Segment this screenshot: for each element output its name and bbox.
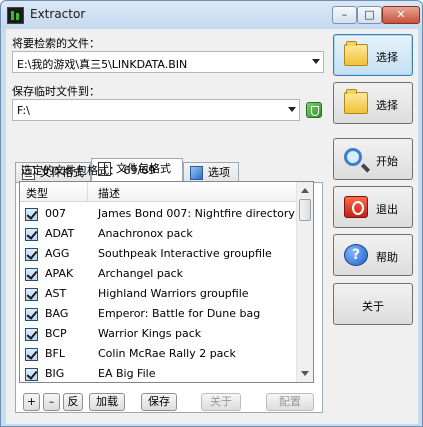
item-code: AGG	[45, 247, 70, 260]
folder-icon	[344, 89, 368, 114]
temp-folder-label: 保存临时文件到：	[12, 85, 100, 98]
tab-options-label: 选项	[208, 166, 230, 179]
checkbox[interactable]	[25, 208, 38, 221]
exit-button[interactable]: 退出	[333, 186, 413, 228]
about-label: 关于	[362, 300, 384, 313]
item-desc: Southpeak Interactive groupfile	[98, 247, 272, 260]
select-temp-button[interactable]: 选择	[333, 82, 413, 124]
list-item[interactable]: BCP Warrior Kings pack	[20, 324, 298, 344]
maximize-button[interactable]: □	[357, 6, 382, 24]
start-label: 开始	[376, 155, 398, 168]
checkbox[interactable]	[25, 368, 38, 381]
scroll-up-icon[interactable]	[301, 188, 309, 193]
shield-icon[interactable]	[306, 102, 322, 118]
chevron-down-icon[interactable]	[288, 107, 296, 112]
add-button[interactable]: +	[23, 393, 40, 411]
config-button[interactable]: 配置	[266, 393, 314, 411]
list-scrollbar[interactable]	[296, 182, 313, 382]
load-button[interactable]: 加载	[89, 393, 125, 411]
checkbox[interactable]	[25, 348, 38, 361]
list-item[interactable]: ADAT Anachronox pack	[20, 224, 298, 244]
list-item[interactable]: BFL Colin McRae Rally 2 pack	[20, 344, 298, 364]
item-code: BAG	[45, 307, 69, 320]
help-button[interactable]: ? 帮助	[333, 234, 413, 276]
list-item[interactable]: AST Highland Warriors groupfile	[20, 284, 298, 304]
app-window: Extractor – □ ✕ 将要检索的文件： E:\我的游戏\真三5\LIN…	[0, 0, 423, 427]
app-logo-icon	[7, 7, 24, 24]
item-code: BFL	[45, 347, 66, 360]
select-source-label: 选择	[376, 51, 398, 64]
item-desc: EA Big File	[98, 367, 156, 380]
item-desc: Warrior Kings pack	[98, 327, 202, 340]
minimize-button[interactable]: –	[332, 6, 357, 24]
item-code: 007	[45, 207, 66, 220]
help-label: 帮助	[376, 251, 398, 264]
item-code: BCP	[45, 327, 67, 340]
item-desc: Highland Warriors groupfile	[98, 287, 249, 300]
list-item[interactable]: BIG EA Big File	[20, 364, 298, 382]
about-button[interactable]: 关于	[333, 283, 413, 325]
column-divider[interactable]	[87, 182, 88, 202]
chevron-down-icon[interactable]	[312, 59, 320, 64]
exit-label: 退出	[376, 203, 398, 216]
checkbox[interactable]	[25, 268, 38, 281]
item-desc: James Bond 007: Nightfire directory	[98, 207, 295, 220]
start-button[interactable]: 开始	[333, 138, 413, 180]
source-file-combo[interactable]: E:\我的游戏\真三5\LINKDATA.BIN	[12, 51, 324, 73]
folder-icon	[344, 41, 368, 66]
item-desc: Emperor: Battle for Dune bag	[98, 307, 261, 320]
save-button[interactable]: 保存	[141, 393, 177, 411]
temp-folder-value: F:\	[17, 104, 30, 117]
source-file-value: E:\我的游戏\真三5\LINKDATA.BIN	[17, 58, 188, 71]
checkbox[interactable]	[25, 228, 38, 241]
select-temp-label: 选择	[376, 99, 398, 112]
checkbox[interactable]	[25, 248, 38, 261]
window-title: Extractor	[30, 7, 86, 21]
title-bar[interactable]: Extractor – □ ✕	[1, 1, 422, 29]
scroll-down-icon[interactable]	[301, 371, 309, 376]
list-item[interactable]: APAK Archangel pack	[20, 264, 298, 284]
about-format-button[interactable]: 关于	[201, 393, 241, 411]
item-desc: Archangel pack	[98, 267, 183, 280]
item-code: BIG	[45, 367, 65, 380]
list-item[interactable]: 007 James Bond 007: Nightfire directory	[20, 204, 298, 224]
temp-folder-combo[interactable]: F:\	[12, 99, 300, 121]
package-format-list[interactable]: 类型 描述 007 James Bond 007: Nightfire dire…	[19, 181, 314, 383]
checkbox[interactable]	[25, 328, 38, 341]
close-button[interactable]: ✕	[382, 6, 420, 24]
help-icon: ?	[344, 244, 368, 266]
list-header: 类型 描述	[20, 182, 298, 202]
item-code: AST	[45, 287, 67, 300]
item-desc: Colin McRae Rally 2 pack	[98, 347, 236, 360]
options-icon	[190, 166, 203, 180]
source-file-label: 将要检索的文件：	[12, 37, 100, 50]
list-item[interactable]: BAG Emperor: Battle for Dune bag	[20, 304, 298, 324]
scrollbar-thumb[interactable]	[299, 199, 311, 221]
item-desc: Anachronox pack	[98, 227, 193, 240]
exit-icon	[344, 196, 368, 218]
select-source-button[interactable]: 选择	[333, 34, 413, 76]
item-code: ADAT	[45, 227, 75, 240]
column-header-type[interactable]: 类型	[26, 185, 48, 201]
checkbox[interactable]	[25, 288, 38, 301]
checkbox[interactable]	[25, 308, 38, 321]
item-code: APAK	[45, 267, 74, 280]
column-header-desc[interactable]: 描述	[98, 185, 120, 201]
remove-button[interactable]: –	[43, 393, 60, 411]
selected-count: 选定的文件包格式： 69/69	[21, 164, 156, 177]
magnifier-icon	[344, 148, 362, 166]
list-item[interactable]: AGG Southpeak Interactive groupfile	[20, 244, 298, 264]
invert-button[interactable]: 反	[63, 393, 83, 411]
